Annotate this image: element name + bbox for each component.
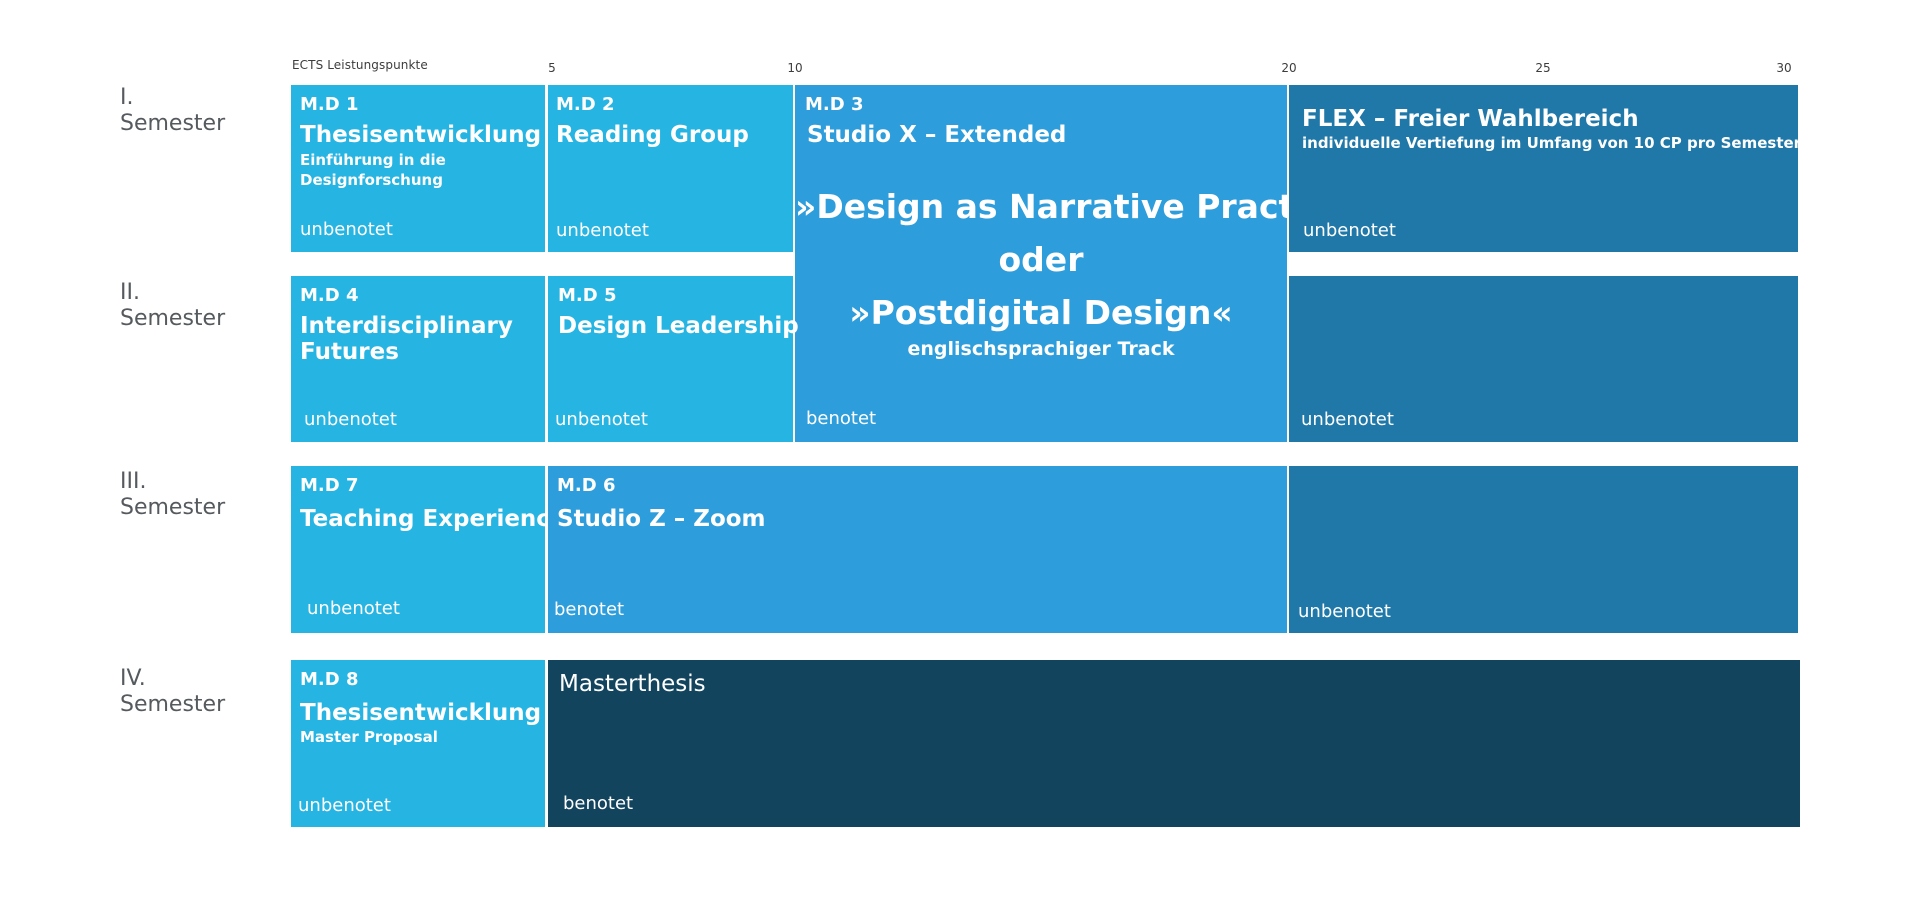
module-grade: unbenotet: [304, 409, 397, 430]
module-grade: unbenotet: [298, 795, 391, 816]
module-md7: M.D 7 Teaching Experience unbenotet: [291, 466, 566, 633]
module-md4: M.D 4 Interdisciplinary Futures unbenote…: [291, 276, 545, 442]
module-flex: FLEX – Freier Wahlbereich individuelle V…: [1289, 85, 1805, 252]
semester-word: Semester: [120, 692, 226, 717]
module-code: M.D 2: [556, 94, 615, 115]
module-title: Teaching Experience: [300, 506, 566, 532]
module-flex-semester-2: unbenotet: [1289, 276, 1798, 442]
module-code: M.D 6: [557, 475, 616, 496]
module-grade: benotet: [563, 793, 634, 814]
module-title: Design Leadership: [558, 313, 799, 339]
semester-label: I. Semester: [120, 85, 225, 137]
module-code: M.D 5: [558, 285, 617, 306]
module-grade: unbenotet: [307, 598, 400, 619]
module-code: M.D 3: [805, 94, 864, 115]
module-grade: unbenotet: [300, 219, 393, 240]
studio-option-1: »Design as Narrative Practice«: [795, 187, 1369, 226]
module-code: M.D 7: [300, 475, 359, 496]
semester-number: IV.: [120, 666, 146, 691]
module-md5: M.D 5 Design Leadership unbenotet: [548, 276, 799, 442]
module-code: M.D 1: [300, 94, 359, 115]
module-masterthesis: Masterthesis benotet: [548, 660, 1800, 827]
axis-tick: 30: [1776, 61, 1792, 75]
axis-label: ECTS Leistungspunkte: [292, 58, 428, 72]
module-md8: M.D 8 Thesisentwicklung II Master Propos…: [291, 660, 566, 827]
module-grade: unbenotet: [556, 220, 649, 241]
module-flex-semester-3: unbenotet: [1289, 466, 1798, 633]
semester-label: IV. Semester: [120, 666, 225, 718]
module-title: Thesisentwicklung I: [300, 122, 558, 148]
semester-word: Semester: [120, 306, 226, 331]
semester-number: III.: [120, 469, 147, 494]
semester-number: II.: [120, 280, 140, 305]
axis-tick: 25: [1535, 61, 1551, 75]
module-grade: unbenotet: [1298, 601, 1391, 622]
studio-option-2: »Postdigital Design«: [849, 293, 1233, 332]
module-title: Studio Z – Zoom: [557, 506, 766, 532]
module-md3: M.D 3 Studio X – Extended »Design as Nar…: [795, 85, 1369, 442]
module-grade: benotet: [806, 408, 877, 429]
module-md6: M.D 6 Studio Z – Zoom benotet: [548, 466, 1287, 633]
axis-tick: 5: [548, 61, 556, 75]
semester-label: III. Semester: [120, 469, 225, 521]
module-subtitle: Master Proposal: [300, 728, 438, 746]
semester-word: Semester: [120, 495, 226, 520]
module-title: Masterthesis: [559, 671, 706, 697]
studio-option-separator: oder: [998, 240, 1084, 279]
module-subtitle: individuelle Vertiefung im Umfang von 10…: [1302, 134, 1805, 152]
module-md1: M.D 1 Thesisentwicklung I Einführung in …: [291, 85, 558, 252]
module-md2: M.D 2 Reading Group unbenotet: [548, 85, 793, 252]
module-subtitle: Einführung in die Designforschung: [300, 151, 446, 189]
module-grade: unbenotet: [555, 409, 648, 430]
semester-label: II. Semester: [120, 280, 225, 332]
semester-word: Semester: [120, 111, 226, 136]
module-grade: unbenotet: [1303, 220, 1396, 241]
axis-tick: 20: [1281, 61, 1297, 75]
semester-number: I.: [120, 85, 134, 110]
module-title: Reading Group: [556, 122, 749, 148]
module-grade: benotet: [554, 599, 625, 620]
module-title: Interdisciplinary: [300, 313, 513, 339]
curriculum-diagram: ECTS Leistungspunkte 5 10 20 25 30 I. Se…: [0, 0, 1920, 900]
module-title: FLEX – Freier Wahlbereich: [1302, 106, 1639, 132]
axis-tick: 10: [787, 61, 803, 75]
track-note: englischsprachiger Track: [907, 338, 1175, 360]
module-grade: unbenotet: [1301, 409, 1394, 430]
module-title: Studio X – Extended: [807, 122, 1067, 148]
module-title: Futures: [300, 339, 399, 365]
module-code: M.D 4: [300, 285, 359, 306]
module-title: Thesisentwicklung II: [300, 700, 567, 726]
module-code: M.D 8: [300, 669, 359, 690]
